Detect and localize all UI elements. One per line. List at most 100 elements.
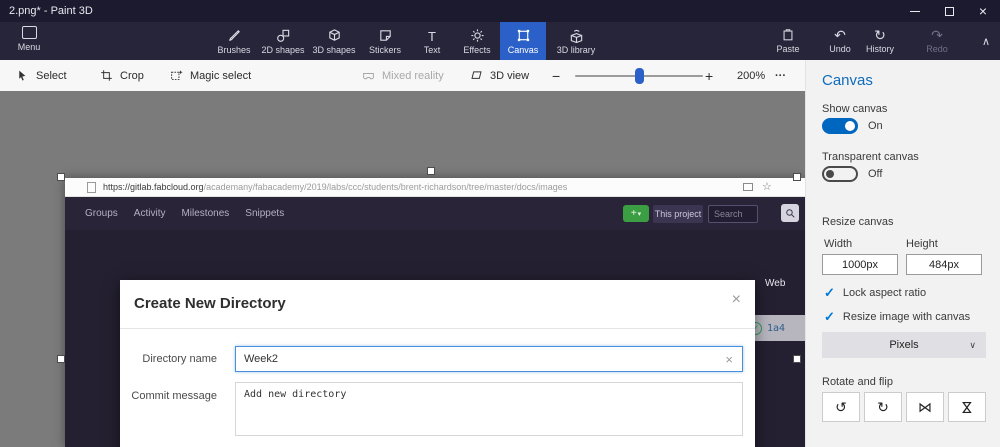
sticker-icon [379,29,391,41]
tab-label: Effects [463,44,491,55]
tab-3d-shapes[interactable]: 3D shapes [308,22,360,60]
canvas-icon [517,29,529,41]
more-icon: ··· [775,69,786,82]
tab-canvas[interactable]: Canvas [500,22,546,60]
minus-icon: − [552,67,561,84]
crop-icon [101,70,112,81]
selection-handle-top-right[interactable] [793,173,801,181]
paste-button[interactable]: Paste [766,22,810,60]
resize-image-with-canvas-checkbox[interactable]: ✓ Resize image with canvas [824,310,970,323]
mixed-reality-icon [363,72,374,80]
ribbon-tools: Brushes 2D shapes 3D shapes Stickers T T… [210,22,606,60]
brush-icon [228,29,240,41]
history-icon: ↻ [874,27,886,43]
action-label: Redo [926,44,948,54]
zoom-in-button[interactable]: + [705,60,713,91]
mixed-reality-label: Mixed reality [382,69,444,82]
tab-2d-shapes[interactable]: 2D shapes [258,22,308,60]
lock-aspect-ratio-checkbox[interactable]: ✓ Lock aspect ratio [824,286,926,299]
transparent-canvas-toggle[interactable] [822,166,858,182]
tab-label: 2D shapes [261,44,305,55]
effects-icon [470,28,484,42]
modal-close-icon: × [731,291,741,308]
action-label: History [865,44,894,54]
action-label: Undo [829,44,851,54]
gitlab-nav-links: Groups Activity Milestones Snippets [65,208,284,219]
transparent-canvas-toggle-row: Off [822,166,882,182]
undo-icon: ↶ [834,27,846,43]
height-input[interactable]: 484px [906,254,982,275]
window-controls: × [898,0,1000,22]
history-button[interactable]: ↻ History [858,22,902,60]
selection-handle-top-center[interactable] [427,167,435,175]
tab-brushes[interactable]: Brushes [210,22,258,60]
crop-tool-button[interactable]: Crop [100,60,144,91]
zoom-level[interactable]: 200% [737,60,765,91]
show-canvas-toggle-row: On [822,118,883,134]
magic-select-button[interactable]: Magic select [170,60,251,91]
minimize-button[interactable] [898,0,932,22]
modal-divider [120,328,755,329]
collapse-ribbon-button[interactable]: ∧ [982,35,990,48]
rotate-right-button[interactable]: ↻ [864,392,902,422]
rotate-and-flip-label: Rotate and flip [822,376,893,388]
zoom-slider[interactable] [575,68,703,84]
undo-button[interactable]: ↶ Undo [818,22,862,60]
gitlab-search-button [781,204,799,222]
3d-view-button[interactable]: 3D view [470,60,529,91]
caret-down-icon: ▾ [637,210,642,218]
flip-horizontal-button[interactable]: ⋈ [906,392,944,422]
show-canvas-toggle[interactable] [822,118,858,134]
paste-icon [783,29,793,41]
zoom-slider-thumb[interactable] [635,68,644,84]
text-tool-icon: T [428,28,436,44]
plus-icon: + [630,208,637,219]
height-value: 484px [929,258,959,271]
library-icon [570,29,582,43]
show-canvas-label: Show canvas [822,103,888,115]
selection-handle-middle-right[interactable] [793,355,801,363]
menu-button[interactable]: Menu [10,26,48,58]
search-placeholder: Search [714,209,743,219]
url-domain: https://gitlab.fabcloud.org [103,182,204,192]
url-path: /academany/fabacademy/2019/labs/ccc/stud… [203,182,568,192]
rotate-right-icon: ↻ [877,398,889,415]
plus-icon: + [705,67,714,84]
zoom-level-value: 200% [737,69,766,82]
selection-handle-top-left[interactable] [57,173,65,181]
gitlab-page-dimmed: Web ✓ 1a4 Create New Directory × Directo… [65,230,805,447]
select-tool-button[interactable]: Select [16,60,67,91]
resize-canvas-label: Resize canvas [822,216,894,228]
resize-image-with-canvas-label: Resize image with canvas [842,310,971,323]
nav-link-groups: Groups [85,208,118,219]
action-label: Paste [776,44,800,54]
magic-select-icon [171,70,183,81]
shapes-2d-icon [276,29,289,42]
flip-vertical-icon: ⋈ [959,400,976,414]
selection-handle-middle-left[interactable] [57,355,65,363]
gitlab-search-box: Search [708,205,758,223]
crop-label: Crop [120,69,144,82]
3d-view-label: 3D view [490,69,530,82]
zoom-out-button[interactable]: − [552,60,560,91]
width-input[interactable]: 1000px [822,254,898,275]
flip-vertical-button[interactable]: ⋈ [948,392,986,422]
more-options-button[interactable]: ··· [775,60,786,91]
units-dropdown[interactable]: Pixels ∨ [822,332,986,358]
tab-3d-library[interactable]: 3D library [546,22,606,60]
canvas-area[interactable]: https://gitlab.fabcloud.org/academany/fa… [0,91,805,447]
toggle-knob [845,121,855,131]
edited-image[interactable]: https://gitlab.fabcloud.org/academany/fa… [65,178,805,447]
close-button[interactable]: × [966,0,1000,22]
rotate-left-button[interactable]: ↺ [822,392,860,422]
tab-label: 3D library [556,44,596,55]
maximize-button[interactable] [932,0,966,22]
window-title: 2.png* - Paint 3D [9,5,93,17]
menu-icon [21,26,37,39]
tab-text[interactable]: T Text [410,22,454,60]
rotate-left-icon: ↺ [835,398,847,415]
page-icon [87,181,96,193]
mixed-reality-button: Mixed reality [362,60,444,91]
tab-effects[interactable]: Effects [454,22,500,60]
tab-stickers[interactable]: Stickers [360,22,410,60]
